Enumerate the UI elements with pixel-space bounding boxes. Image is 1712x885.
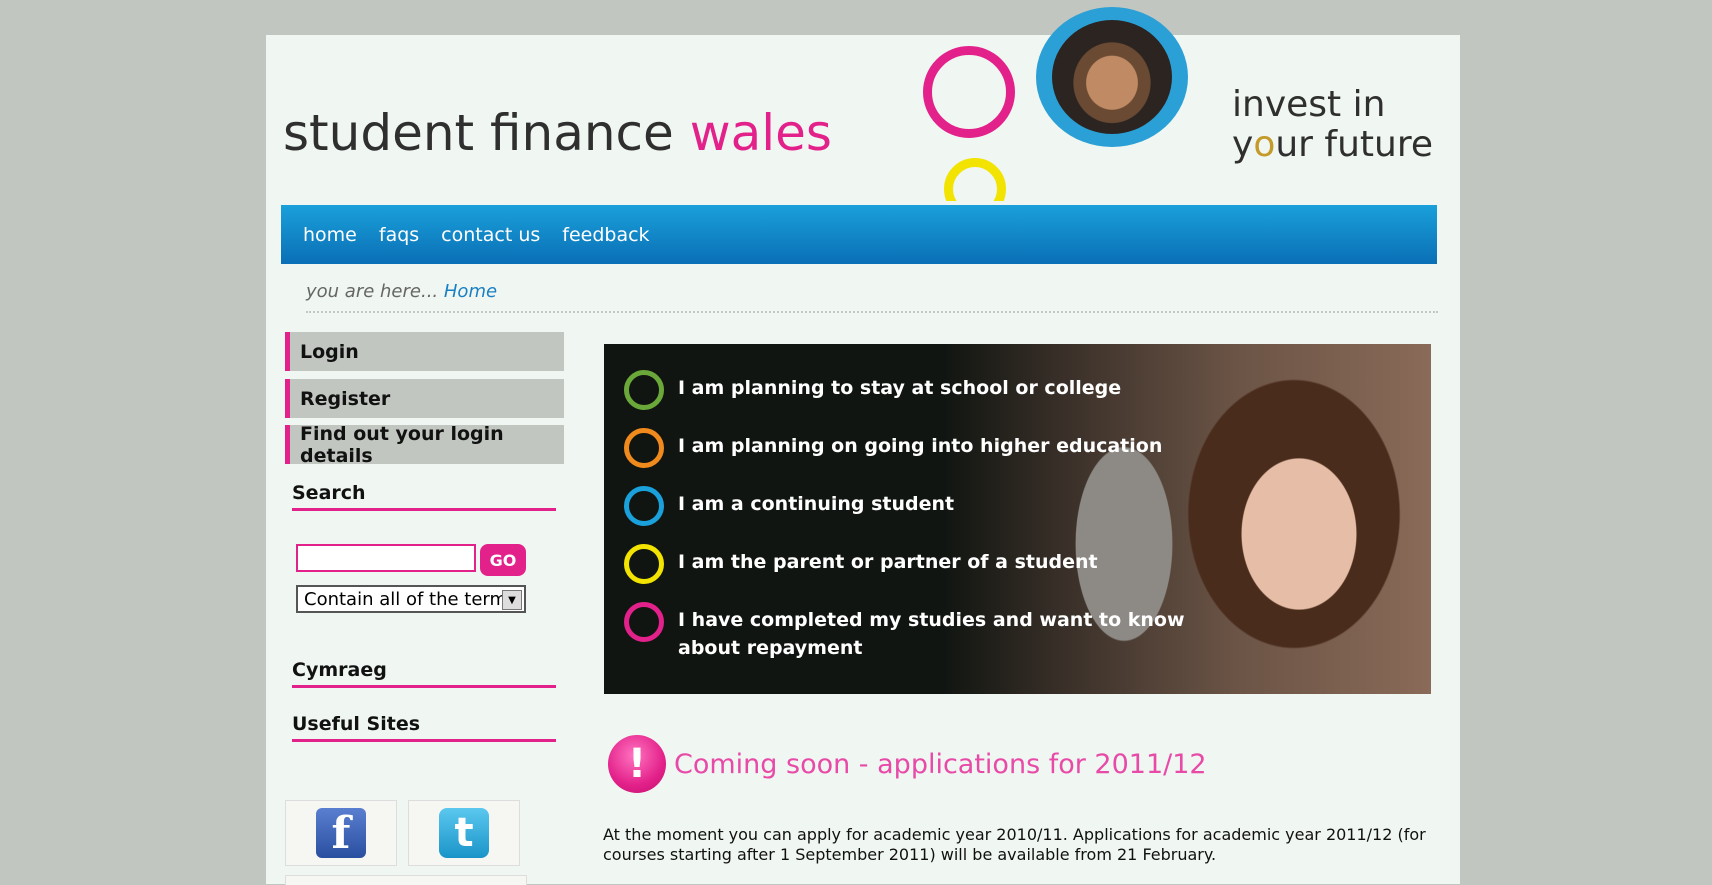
pink-circle-decoration xyxy=(923,46,1015,138)
pink-circle-icon xyxy=(624,602,664,642)
notice-title[interactable]: Coming soon - applications for 2011/12 xyxy=(674,749,1207,780)
register-button[interactable]: Register xyxy=(285,379,564,418)
divider xyxy=(306,311,1438,313)
banner-item-label: I have completed my studies and want to … xyxy=(678,609,1185,659)
useful-sites-link[interactable]: Useful Sites xyxy=(292,713,556,742)
banner-item-label: I am the parent or partner of a student xyxy=(678,551,1098,573)
orange-circle-icon xyxy=(624,428,664,468)
search-mode-value: Contain all of the terms xyxy=(304,588,517,610)
tagline-rest: ur future xyxy=(1275,124,1433,165)
page: student finance wales invest in your fut… xyxy=(266,7,1460,885)
banner-item-label: I am planning to stay at school or colle… xyxy=(678,377,1122,399)
banner-item-label: I am planning on going into higher educa… xyxy=(678,435,1163,457)
blue-circle-icon xyxy=(624,486,664,526)
tagline: invest in your future xyxy=(1232,85,1433,165)
tagline-y: y xyxy=(1232,124,1254,165)
banner-item-continuing-student[interactable]: I am a continuing student xyxy=(624,486,954,526)
banner-item-label: I am a continuing student xyxy=(678,493,955,515)
site-logo[interactable]: student finance wales xyxy=(283,104,832,162)
green-circle-icon xyxy=(624,370,664,410)
find-login-details-button[interactable]: Find out your login details xyxy=(285,423,564,467)
logo-accent: wales xyxy=(689,104,832,162)
search-heading: Search xyxy=(292,482,556,511)
search-input[interactable] xyxy=(296,544,476,572)
tagline-o: o xyxy=(1253,124,1276,165)
go-button[interactable]: GO xyxy=(480,544,526,576)
facebook-link[interactable]: f xyxy=(285,800,397,866)
twitter-icon: t xyxy=(439,808,489,858)
chevron-down-icon[interactable]: ▼ xyxy=(502,590,522,610)
nav-faqs[interactable]: faqs xyxy=(379,224,419,246)
banner-item-repayment[interactable]: I have completed my studies and want to … xyxy=(624,602,1234,662)
nav-feedback[interactable]: feedback xyxy=(562,224,649,246)
tagline-line2: your future xyxy=(1232,125,1433,165)
tagline-line1: invest in xyxy=(1232,84,1386,125)
header-photo-circle xyxy=(1036,7,1188,147)
breadcrumb-home-link[interactable]: Home xyxy=(444,281,497,302)
breadcrumb: you are here... Home xyxy=(306,281,497,302)
facebook-icon: f xyxy=(316,808,366,858)
banner-item-school[interactable]: I am planning to stay at school or colle… xyxy=(624,370,1121,410)
main-nav: home faqs contact us feedback xyxy=(281,205,1437,264)
nav-home[interactable]: home xyxy=(303,224,357,246)
nav-contact-us[interactable]: contact us xyxy=(441,224,540,246)
notice-body: At the moment you can apply for academic… xyxy=(603,825,1426,864)
cymraeg-link[interactable]: Cymraeg xyxy=(292,659,556,688)
student-portrait-image xyxy=(1052,20,1172,134)
logo-main: student finance xyxy=(283,104,674,162)
banner-item-parent-partner[interactable]: I am the parent or partner of a student xyxy=(624,544,1098,584)
alert-icon: ! xyxy=(608,735,666,793)
breadcrumb-prefix: you are here... xyxy=(306,281,439,302)
twitter-link[interactable]: t xyxy=(408,800,520,866)
banner-item-higher-education[interactable]: I am planning on going into higher educa… xyxy=(624,428,1162,468)
login-button[interactable]: Login xyxy=(285,332,564,371)
search-mode-select[interactable]: Contain all of the terms ▼ xyxy=(296,585,526,613)
yellow-circle-icon xyxy=(624,544,664,584)
top-strip xyxy=(266,7,1460,35)
audience-banner: I am planning to stay at school or colle… xyxy=(604,344,1431,694)
